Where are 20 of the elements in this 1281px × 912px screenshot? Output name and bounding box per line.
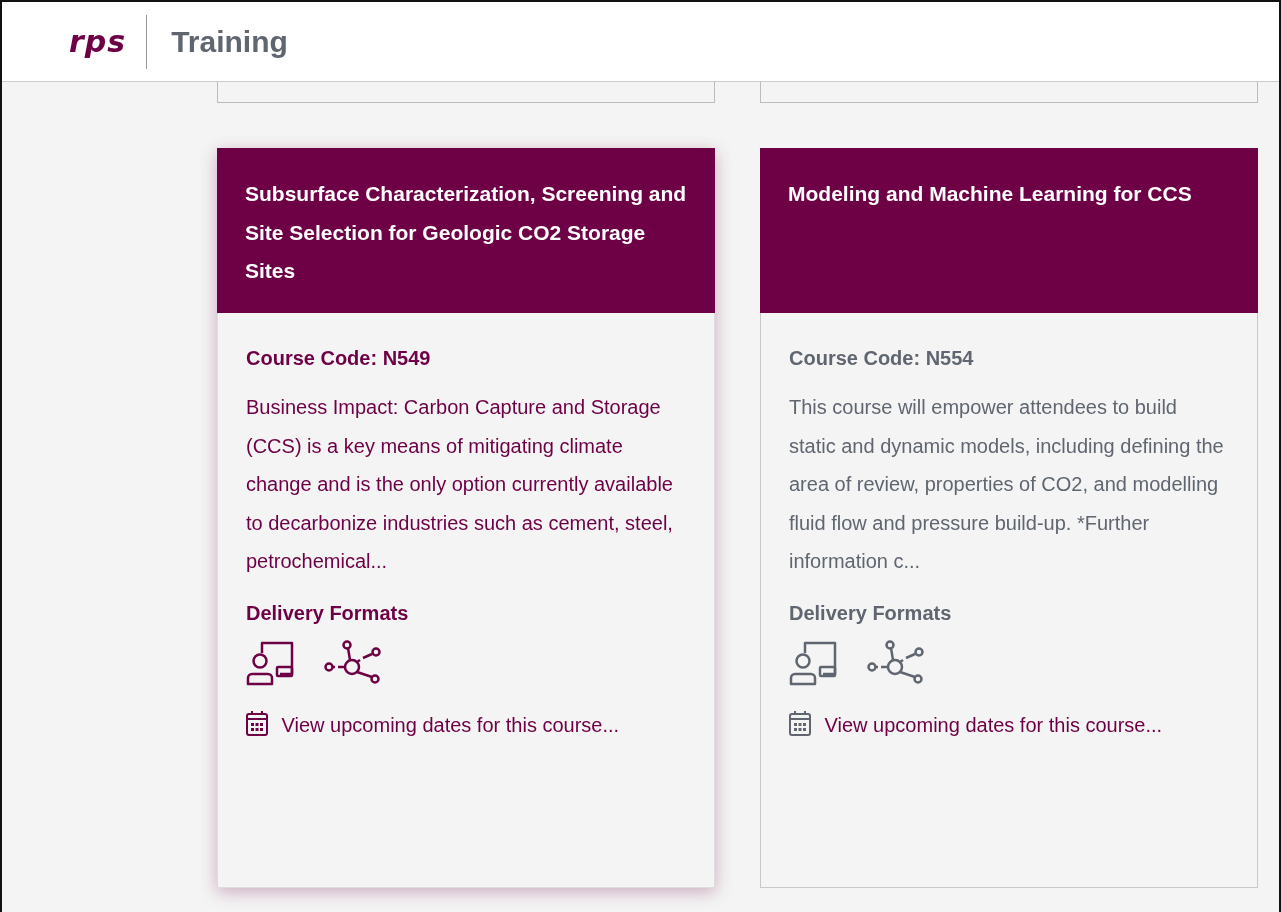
logo[interactable]: rps: [69, 24, 127, 59]
classroom-icon: [789, 639, 837, 686]
calendar-icon: [246, 709, 268, 736]
classroom-icon: [246, 639, 294, 686]
upcoming-dates-link[interactable]: View upcoming dates for this course...: [824, 713, 1163, 736]
delivery-formats-heading: Delivery Formats: [789, 600, 953, 626]
course-description: Business Impact: Carbon Capture and Storage (CCS) is a key means of mitigating climate change and is the only option currently available to decarbonize industries such as cement, steel, petrochemical...: [246, 395, 674, 574]
course-card[interactable]: [217, 148, 715, 888]
page-title: Training: [171, 24, 288, 59]
course-title[interactable]: Subsurface Characterization, Screening and Site Selection for Geologic CO2 Storage Sites: [245, 175, 687, 291]
course-card[interactable]: [760, 148, 1258, 888]
delivery-formats-heading: Delivery Formats: [246, 600, 410, 626]
course-title[interactable]: Modeling and Machine Learning for CCS: [788, 175, 1230, 214]
network-icon: [867, 639, 925, 686]
calendar-icon: [789, 709, 811, 736]
upcoming-dates-link[interactable]: View upcoming dates for this course...: [281, 713, 620, 736]
course-code: Course Code: N549: [246, 346, 432, 371]
course-code: Course Code: N554: [789, 346, 975, 371]
network-icon: [324, 639, 382, 686]
course-description: This course will empower attendees to build static and dynamic models, including defining the area of review, properties of CO2, and modelling fluid flow and pressure build-up. *Further information c...: [789, 395, 1225, 574]
